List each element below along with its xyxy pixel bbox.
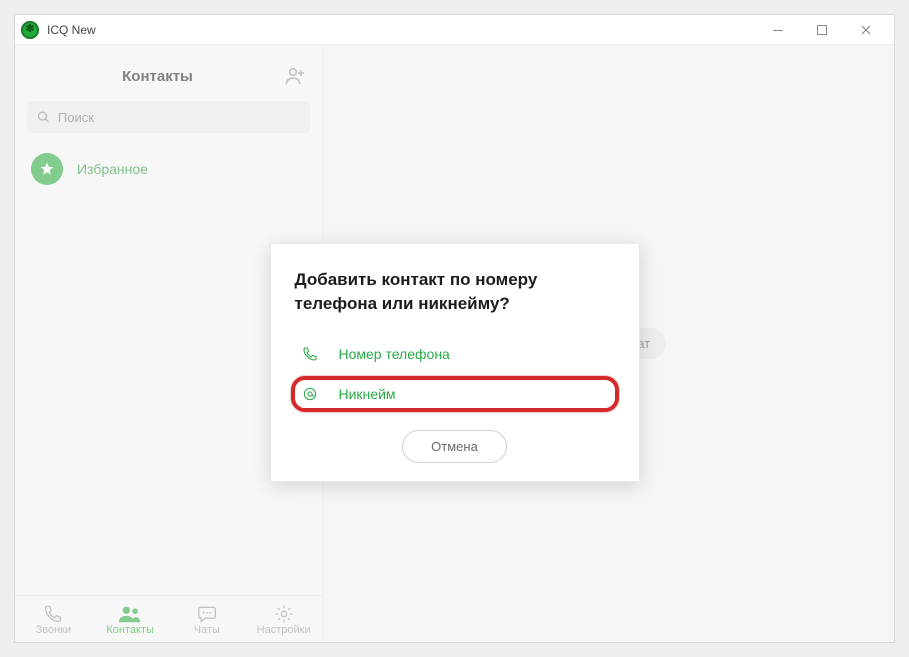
add-contact-dialog: Добавить контакт по номеру телефона или …	[270, 243, 640, 482]
window-close-button[interactable]	[844, 16, 888, 44]
window-maximize-button[interactable]	[800, 16, 844, 44]
at-icon	[299, 386, 321, 402]
dialog-title: Добавить контакт по номеру телефона или …	[295, 268, 615, 316]
phone-icon	[299, 346, 321, 362]
window-minimize-button[interactable]	[756, 16, 800, 44]
option-phone[interactable]: Номер телефона	[295, 338, 615, 370]
titlebar: ICQ New	[15, 15, 894, 45]
option-phone-label: Номер телефона	[339, 346, 450, 362]
app-logo	[21, 21, 39, 39]
modal-overlay[interactable]: Добавить контакт по номеру телефона или …	[15, 45, 894, 642]
option-nickname-label: Никнейм	[339, 386, 396, 402]
cancel-button[interactable]: Отмена	[402, 430, 507, 463]
option-nickname[interactable]: Никнейм	[291, 376, 619, 412]
app-window: ICQ New Контакты	[14, 14, 895, 643]
app-title: ICQ New	[47, 23, 96, 37]
